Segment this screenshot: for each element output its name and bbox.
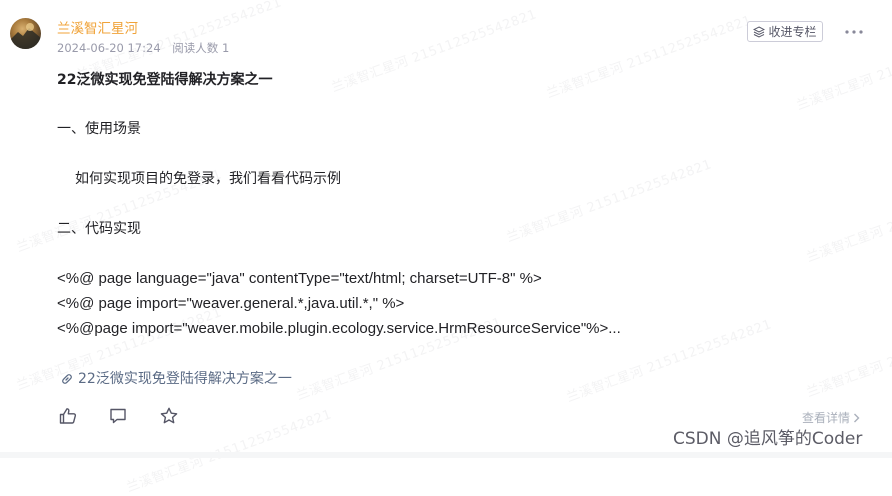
more-options-button[interactable]: [844, 24, 864, 40]
watermark-text: 兰溪智汇星河 215112525542821: [804, 312, 892, 401]
paragraph: 如何实现项目的免登录，我们看看代码示例: [75, 171, 341, 187]
post-title[interactable]: 22泛微实现免登陆得解决方案之一: [57, 70, 272, 90]
article-link-label: 22泛微实现免登陆得解决方案之一: [78, 371, 292, 387]
code-line: <%@page import="weaver.mobile.plugin.eco…: [57, 320, 621, 337]
csdn-watermark: CSDN @追风筝的Coder: [673, 429, 863, 449]
watermark-text: 兰溪智汇星河 215112525542821: [544, 13, 754, 102]
article-link[interactable]: 22泛微实现免登陆得解决方案之一: [60, 369, 292, 389]
view-detail-label: 查看详情: [802, 411, 851, 425]
view-detail-link[interactable]: 查看详情: [802, 410, 860, 426]
layers-icon: [753, 25, 766, 38]
avatar[interactable]: [10, 18, 41, 49]
comment-icon[interactable]: [108, 406, 128, 426]
avatar-image-icon: [10, 23, 41, 49]
link-icon: [62, 374, 72, 384]
watermark-text: 兰溪智汇星河 215112525542821: [124, 407, 334, 496]
section-heading: 一、使用场景: [57, 121, 141, 137]
chevron-right-icon: [854, 413, 860, 423]
post-date: 2024-06-20 17:24: [57, 41, 161, 55]
watermark-text: 兰溪智汇星河 215112525542821: [329, 7, 539, 96]
collect-button-label: 收进专栏: [768, 25, 817, 39]
more-dots-icon: [845, 30, 863, 34]
code-line: <%@ page language="java" contentType="te…: [57, 270, 542, 287]
thumbs-up-icon[interactable]: [58, 406, 78, 426]
card-bottom-divider: [0, 452, 892, 458]
watermark-text: 兰溪智汇星河 215112525542821: [504, 157, 714, 246]
code-line: <%@ page import="weaver.general.*,java.u…: [57, 295, 405, 312]
post-card: 兰溪智汇星河 215112525542821 兰溪智汇星河 2151125255…: [0, 0, 892, 496]
watermark-text: 兰溪智汇星河 215112525542821: [804, 177, 892, 266]
star-icon[interactable]: [159, 406, 179, 426]
post-meta: 2024-06-20 17:24 阅读人数 1: [57, 40, 229, 56]
collect-to-column-button[interactable]: 收进专栏: [747, 21, 823, 42]
read-count: 阅读人数 1: [172, 41, 230, 55]
section-heading: 二、代码实现: [57, 221, 141, 237]
author-name[interactable]: 兰溪智汇星河: [57, 20, 138, 38]
